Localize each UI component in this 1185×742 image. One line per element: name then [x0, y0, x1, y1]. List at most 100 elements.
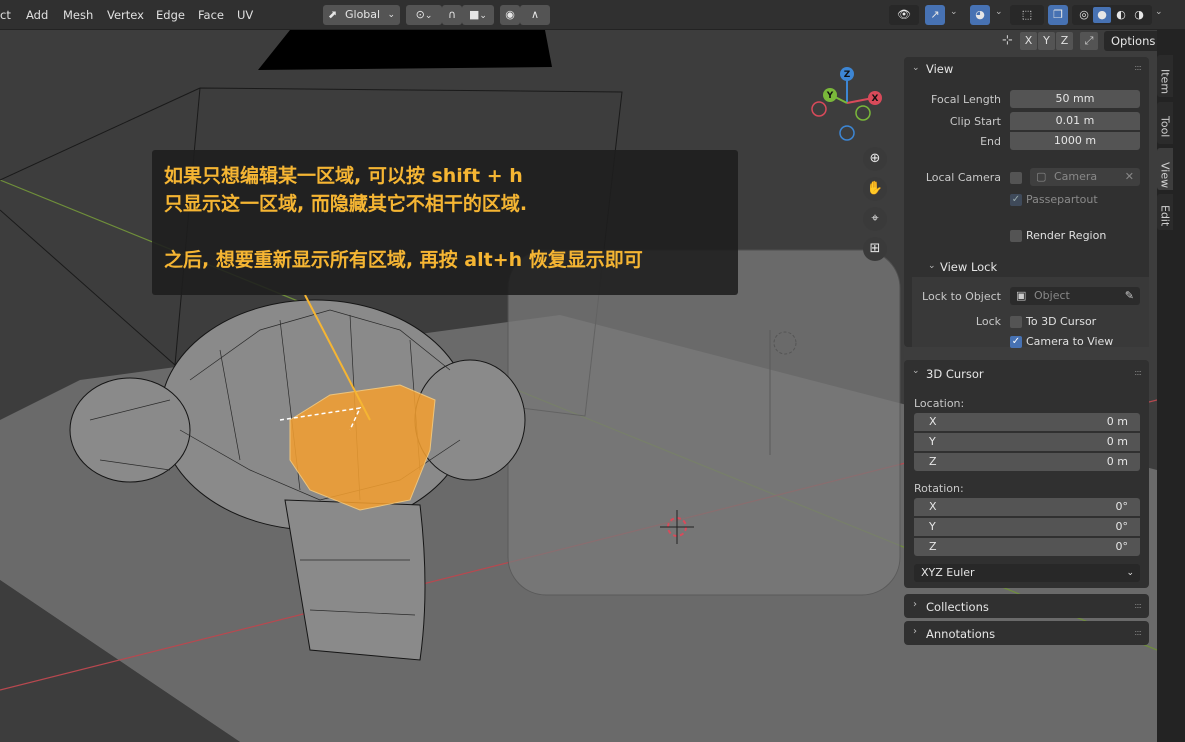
- annotation-line-3: 之后, 想要重新显示所有区域, 再按 alt+h 恢复显示即可: [164, 249, 643, 271]
- perspective-grid-icon[interactable]: ⊞: [863, 237, 887, 261]
- lock-to-object-label: Lock to Object: [922, 290, 1001, 303]
- cube-object: [507, 249, 901, 596]
- chevron-down-icon[interactable]: ⌄: [950, 7, 958, 17]
- chevron-down-icon[interactable]: ⌄: [995, 7, 1003, 17]
- render-region-label: Render Region: [1026, 229, 1107, 242]
- chevron-down-icon[interactable]: ⌄: [912, 63, 920, 73]
- menu-add[interactable]: Add: [26, 8, 48, 22]
- annotation-line-1: 如果只想编辑某一区域, 可以按 shift + h: [164, 165, 523, 187]
- annotations-panel[interactable]: › Annotations ::::: [904, 621, 1149, 645]
- object-placeholder: Object: [1034, 289, 1070, 302]
- chevron-down-icon[interactable]: ⌄: [912, 366, 920, 376]
- mirror-icon[interactable]: ⊹: [1002, 33, 1013, 48]
- chevron-right-icon: ›: [913, 599, 917, 610]
- clear-x-icon[interactable]: ✕: [1125, 168, 1134, 186]
- local-camera-label: Local Camera: [925, 171, 1001, 184]
- render-region-checkbox[interactable]: [1010, 230, 1022, 242]
- clip-end-field[interactable]: 1000 m: [1010, 132, 1140, 150]
- view-panel-title[interactable]: View: [926, 62, 953, 76]
- material-shading-icon[interactable]: ◐: [1112, 5, 1130, 25]
- tab-edit[interactable]: Edit: [1157, 194, 1173, 230]
- rotation-label: Rotation:: [914, 482, 964, 495]
- options-dropdown[interactable]: Options ⌄: [1104, 31, 1157, 51]
- rendered-shading-icon[interactable]: ◑: [1130, 5, 1148, 25]
- collections-title: Collections: [926, 600, 989, 614]
- lock-object-field[interactable]: Object ▣ ✎: [1010, 287, 1140, 305]
- navigation-gizmo[interactable]: Z X Y: [805, 65, 890, 145]
- focal-length-field[interactable]: 50 mm: [1010, 90, 1140, 108]
- drag-grip-icon[interactable]: ::::: [1134, 601, 1142, 610]
- visibility-dropdown[interactable]: 👁: [889, 5, 919, 25]
- pivot-icon: ⊙: [415, 8, 425, 21]
- rotation-mode-dropdown[interactable]: XYZ Euler ⌄: [914, 564, 1140, 582]
- location-z-field[interactable]: Z0 m: [914, 453, 1140, 471]
- view-lock-title[interactable]: View Lock: [940, 260, 997, 274]
- mesh-edit-overlay-dropdown[interactable]: ⬚: [1010, 5, 1044, 25]
- tab-item[interactable]: Item: [1157, 55, 1173, 97]
- overlay-toggle[interactable]: ◕: [970, 5, 990, 25]
- mirror-y-toggle[interactable]: Y: [1038, 32, 1055, 50]
- chevron-down-icon: ⌄: [479, 11, 487, 21]
- menu-face[interactable]: Face: [198, 8, 224, 22]
- chevron-down-icon: ⌄: [424, 11, 433, 21]
- clip-start-field[interactable]: 0.01 m: [1010, 112, 1140, 130]
- auto-merge-icon[interactable]: ⤢: [1080, 32, 1098, 50]
- camera-view-icon[interactable]: ⌖: [863, 207, 887, 231]
- 3d-cursor-panel: ⌄ 3D Cursor :::: Location: X0 m Y0 m Z0 …: [904, 360, 1149, 588]
- wireframe-shading-icon[interactable]: ◎: [1075, 5, 1093, 25]
- mirror-z-toggle[interactable]: Z: [1056, 32, 1073, 50]
- menu-vertex[interactable]: Vertex: [107, 8, 144, 22]
- collections-panel[interactable]: › Collections ::::: [904, 594, 1149, 618]
- chevron-down-icon[interactable]: ⌄: [1155, 7, 1163, 17]
- location-x-field[interactable]: X0 m: [914, 413, 1140, 431]
- view-panel: ⌄ View :::: Focal Length 50 mm Clip Star…: [904, 57, 1149, 348]
- passepartout-checkbox[interactable]: ✓: [1010, 194, 1022, 206]
- to-3d-cursor-checkbox[interactable]: [1010, 316, 1022, 328]
- proportional-edit-toggle[interactable]: ◉: [500, 5, 520, 25]
- annotation-line-2: 只显示这一区域, 而隐藏其它不相干的区域.: [164, 193, 528, 215]
- snap-toggle[interactable]: ∩: [442, 5, 462, 25]
- eye-icon: 👁: [897, 8, 911, 21]
- 3d-cursor-title[interactable]: 3D Cursor: [926, 367, 984, 381]
- gizmo-toggle[interactable]: ↗: [925, 5, 945, 25]
- gizmo-icon: ↗: [930, 8, 940, 21]
- menu-uv[interactable]: UV: [237, 8, 253, 22]
- rotation-z-field[interactable]: Z 0°: [914, 538, 1140, 556]
- rotation-y-field[interactable]: Y 0°: [914, 518, 1140, 536]
- pivot-point-dropdown[interactable]: ⊙⌄: [406, 5, 442, 25]
- options-label: Options: [1111, 34, 1156, 48]
- drag-grip-icon[interactable]: ::::: [1134, 628, 1142, 637]
- to-3d-cursor-label: To 3D Cursor: [1026, 315, 1097, 328]
- menu-mesh[interactable]: Mesh: [63, 8, 93, 22]
- xray-toggle[interactable]: ❐: [1048, 5, 1068, 25]
- camera-object-icon: ▢: [1036, 170, 1047, 183]
- tab-tool[interactable]: Tool: [1157, 102, 1173, 144]
- tab-view[interactable]: View: [1157, 148, 1173, 190]
- mirror-x-toggle[interactable]: X: [1020, 32, 1037, 50]
- snap-target-dropdown[interactable]: ■⌄: [462, 5, 494, 25]
- camera-to-view-label: Camera to View: [1026, 335, 1114, 348]
- pan-hand-icon[interactable]: ✋: [863, 177, 887, 201]
- camera-object-field[interactable]: Camera ▢ ✕: [1030, 168, 1140, 186]
- xray-icon: ❐: [1053, 8, 1063, 21]
- gizmo-z-label: Z: [844, 70, 851, 80]
- camera-placeholder: Camera: [1054, 170, 1098, 183]
- transform-orientation-dropdown[interactable]: Global ⬈ ⌄: [323, 5, 400, 25]
- location-y-field[interactable]: Y0 m: [914, 433, 1140, 451]
- solid-shading-icon[interactable]: ●: [1093, 7, 1111, 23]
- drag-grip-icon[interactable]: ::::: [1134, 368, 1142, 377]
- drag-grip-icon[interactable]: ::::: [1134, 63, 1142, 72]
- overlay-icon: ◕: [975, 8, 985, 21]
- local-camera-checkbox[interactable]: [1010, 172, 1022, 184]
- viewport-header: ct Add Mesh Vertex Edge Face UV Global ⬈…: [0, 0, 1185, 30]
- n-panel-sidebar: ⌄ View :::: Focal Length 50 mm Clip Star…: [904, 55, 1154, 660]
- eyedropper-icon[interactable]: ✎: [1125, 287, 1134, 305]
- zoom-icon[interactable]: ⊕: [863, 147, 887, 171]
- orientation-icon: ⬈: [328, 8, 338, 21]
- camera-to-view-checkbox[interactable]: ✓: [1010, 336, 1022, 348]
- rotation-x-field[interactable]: X 0°: [914, 498, 1140, 516]
- menu-select[interactable]: ct: [0, 8, 11, 22]
- menu-edge[interactable]: Edge: [156, 8, 185, 22]
- falloff-dropdown[interactable]: ∧: [520, 5, 550, 25]
- chevron-down-icon[interactable]: ⌄: [928, 261, 936, 271]
